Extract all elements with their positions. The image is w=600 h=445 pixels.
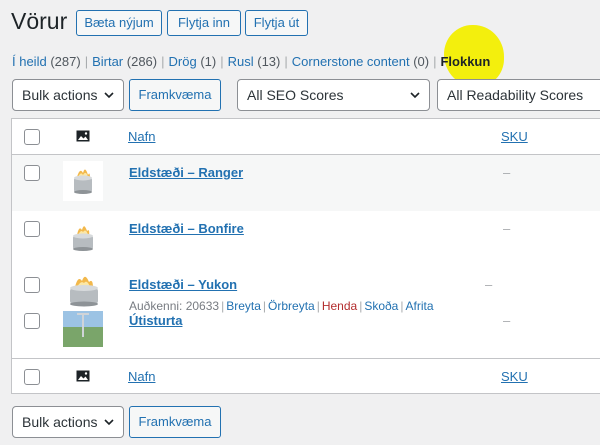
- image-icon: [76, 130, 90, 142]
- page-header: Vörur Bæta nýjum Flytja inn Flytja út: [0, 0, 600, 45]
- table-footer: Nafn SKU: [12, 358, 600, 394]
- filter-trash[interactable]: Rusl (13): [228, 54, 281, 69]
- filter-cornerstone[interactable]: Cornerstone content (0): [292, 54, 429, 69]
- apply-button-bottom[interactable]: Framkvæma: [129, 406, 221, 438]
- chevron-down-icon: [104, 419, 114, 426]
- product-thumbnail[interactable]: [63, 161, 103, 201]
- row-checkbox[interactable]: [24, 277, 40, 293]
- add-new-button[interactable]: Bæta nýjum: [76, 10, 162, 36]
- select-all-checkbox[interactable]: [24, 129, 40, 145]
- table-row: Eldstæði – Ranger –: [12, 155, 600, 211]
- table-header: Nafn SKU: [12, 119, 600, 155]
- product-thumbnail[interactable]: [63, 217, 103, 257]
- table-row: Útisturta –: [12, 311, 600, 357]
- status-filter-links: Í heild (287) | Birtar (286) | Drög (1) | Rusl…: [12, 54, 491, 69]
- chevron-down-icon: [410, 92, 420, 99]
- sku-value: –: [503, 313, 511, 328]
- filter-drafts[interactable]: Drög (1): [169, 54, 217, 69]
- import-button[interactable]: Flytja inn: [167, 10, 241, 36]
- product-title[interactable]: Eldstæði – Ranger: [129, 165, 243, 180]
- bulk-actions-select[interactable]: Bulk actions: [12, 79, 124, 111]
- product-thumbnail[interactable]: [62, 270, 106, 314]
- chevron-down-icon: [104, 92, 114, 99]
- seo-scores-select[interactable]: All SEO Scores: [237, 79, 430, 111]
- filter-all[interactable]: Í heild (287): [12, 54, 81, 69]
- table-row: Eldstæði – Bonfire –: [12, 211, 600, 267]
- sku-value: –: [485, 277, 493, 292]
- row-checkbox[interactable]: [24, 313, 40, 329]
- row-checkbox[interactable]: [24, 165, 40, 181]
- product-title[interactable]: Útisturta: [129, 313, 182, 328]
- filter-sorting[interactable]: Flokkun: [440, 54, 490, 69]
- select-all-checkbox-footer[interactable]: [24, 369, 40, 385]
- sku-value: –: [503, 221, 511, 236]
- page-title: Vörur: [11, 8, 68, 34]
- bulk-actions-select-bottom[interactable]: Bulk actions: [12, 406, 124, 438]
- column-sku[interactable]: SKU: [501, 129, 528, 144]
- products-table: Nafn SKU Eldstæði – Ranger – Eldstæði – …: [11, 118, 600, 394]
- product-thumbnail[interactable]: [63, 311, 103, 347]
- row-checkbox[interactable]: [24, 221, 40, 237]
- filter-published[interactable]: Birtar (286): [92, 54, 157, 69]
- export-button[interactable]: Flytja út: [245, 10, 308, 36]
- column-sku-footer[interactable]: SKU: [501, 369, 528, 384]
- product-title[interactable]: Eldstæði – Bonfire: [129, 221, 244, 236]
- readability-scores-select[interactable]: All Readability Scores: [437, 79, 600, 111]
- sku-value: –: [503, 165, 511, 180]
- image-icon: [76, 370, 90, 382]
- column-name-footer[interactable]: Nafn: [128, 369, 155, 384]
- column-name[interactable]: Nafn: [128, 129, 155, 144]
- product-title[interactable]: Eldstæði – Yukon: [129, 277, 237, 292]
- apply-button[interactable]: Framkvæma: [129, 79, 221, 111]
